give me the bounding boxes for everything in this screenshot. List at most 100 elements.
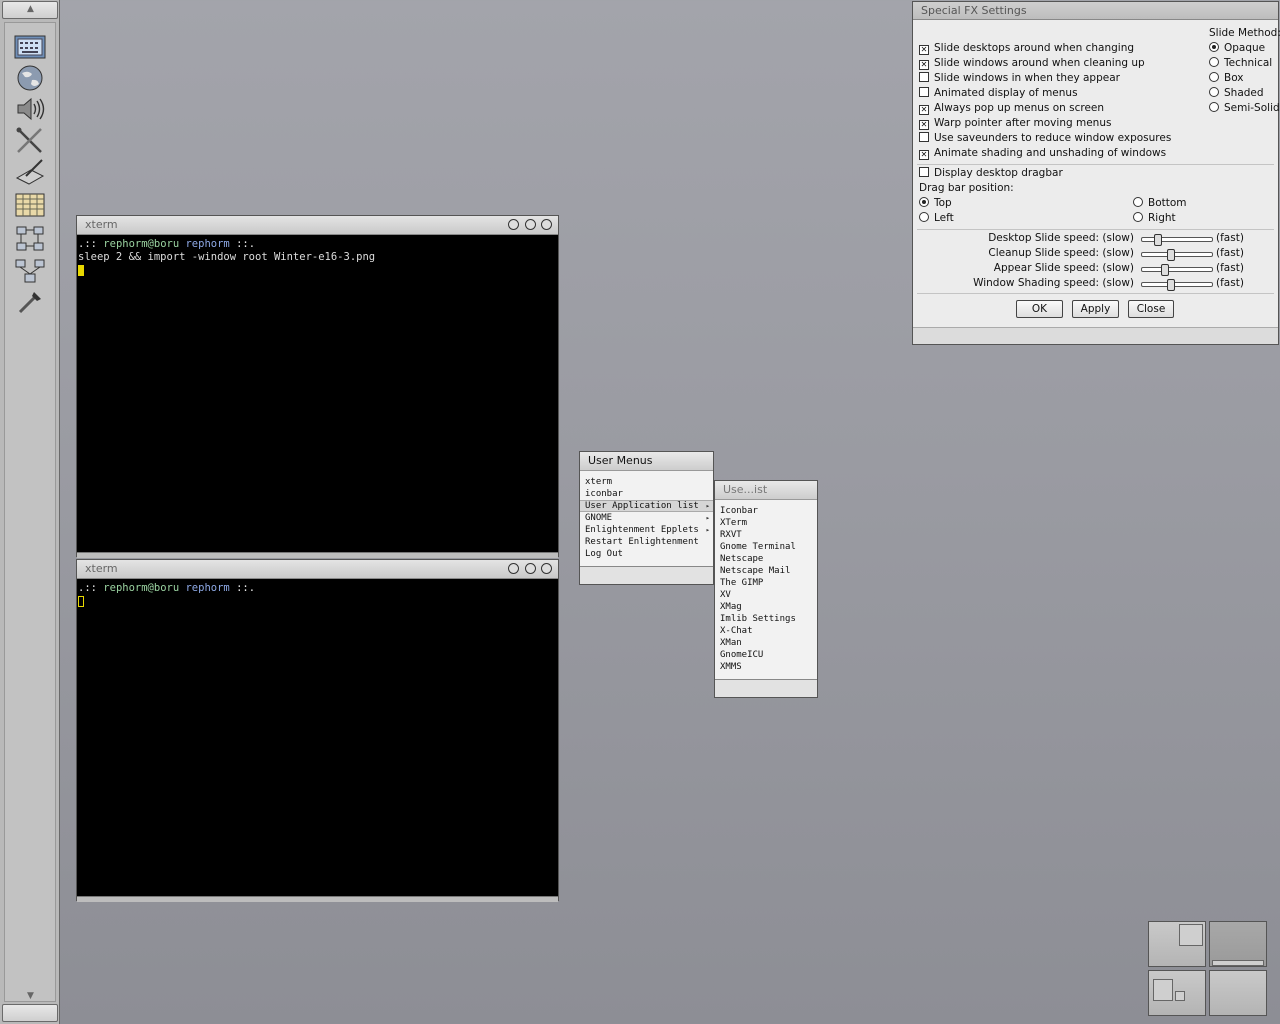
xterm-window-top[interactable]: xterm .:: rephorm@boru rephorm ::. sleep…	[76, 215, 559, 558]
menu-item[interactable]: xterm	[580, 476, 713, 488]
pager-desktop-3[interactable]	[1148, 970, 1206, 1016]
close-button[interactable]	[541, 219, 552, 230]
menu-item[interactable]: XMMS	[715, 661, 817, 673]
maximize-button[interactable]	[524, 563, 536, 574]
user-menus[interactable]: User Menus xterm iconbar User Application …	[579, 451, 714, 585]
option-checkbox[interactable]: ✕	[919, 60, 929, 70]
slide-method-option[interactable]: Semi-Solid	[1209, 102, 1280, 114]
special-fx-dialog[interactable]: Special FX Settings ✕ Slide desktops arou…	[912, 1, 1280, 345]
option-checkbox[interactable]	[919, 87, 929, 97]
dragbar-position-radio[interactable]	[919, 197, 929, 207]
pager-desktop-2[interactable]	[1209, 921, 1267, 967]
tools-icon[interactable]	[14, 126, 46, 154]
menu-item[interactable]: Netscape Mail	[715, 565, 817, 577]
iconbar-scroll-up-button[interactable]: ▲	[2, 1, 58, 19]
option-checkbox[interactable]	[919, 72, 929, 82]
dragbar-position-option[interactable]: Bottom	[1133, 197, 1187, 209]
window-bottom-border[interactable]	[77, 896, 558, 902]
xterm-window-bottom[interactable]: xterm .:: rephorm@boru rephorm ::.	[76, 559, 559, 902]
fx-option[interactable]: ✕ Warp pointer after moving menus	[919, 117, 1111, 130]
keyboard-icon[interactable]	[14, 33, 46, 61]
menu-item[interactable]: iconbar	[580, 488, 713, 500]
dragbar-position-option[interactable]: Right	[1133, 212, 1176, 224]
menu-item[interactable]: The GIMP	[715, 577, 817, 589]
xterm-titlebar[interactable]: xterm	[77, 216, 558, 235]
speaker-icon[interactable]	[14, 95, 46, 123]
menu-item[interactable]: Imlib Settings	[715, 613, 817, 625]
close-button[interactable]: Close	[1128, 300, 1174, 318]
option-checkbox[interactable]: ✕	[919, 45, 929, 55]
apply-button[interactable]: Apply	[1072, 300, 1119, 318]
maximize-button[interactable]	[524, 219, 536, 230]
fx-option[interactable]: ✕ Slide desktops around when changing	[919, 42, 1134, 55]
pager-desktop-4[interactable]	[1209, 970, 1267, 1016]
fx-option[interactable]: ✕ Animate shading and unshading of window…	[919, 147, 1166, 160]
fx-option[interactable]: Slide windows in when they appear	[919, 72, 1120, 84]
menu-item[interactable]: RXVT	[715, 529, 817, 541]
speed-slider[interactable]	[1141, 249, 1213, 261]
iconbar-scroll-down-button[interactable]: ▼	[2, 991, 58, 1022]
dragbar-checkbox[interactable]	[919, 167, 929, 177]
slide-method-radio[interactable]	[1209, 87, 1219, 97]
slide-method-radio[interactable]	[1209, 57, 1219, 67]
user-application-list-menu[interactable]: Use...ist Iconbar XTerm RXVT Gnome Terminal…	[714, 480, 818, 698]
slide-method-option[interactable]: Box	[1209, 72, 1244, 84]
menu-item[interactable]: Enlightenment Epplets ▸	[580, 524, 713, 536]
fx-option[interactable]: Animated display of menus	[919, 87, 1078, 99]
menu-item[interactable]: Iconbar	[715, 505, 817, 517]
speed-slider[interactable]	[1141, 279, 1213, 291]
menu-item[interactable]: XMag	[715, 601, 817, 613]
option-checkbox[interactable]: ✕	[919, 150, 929, 160]
spreadsheet-icon[interactable]	[14, 191, 46, 219]
option-checkbox[interactable]	[919, 132, 929, 142]
menu-item[interactable]: GnomeICU	[715, 649, 817, 661]
network-alt-icon[interactable]	[14, 257, 46, 285]
globe-icon[interactable]	[14, 64, 46, 92]
speed-slider-knob[interactable]	[1167, 249, 1175, 261]
menu-item[interactable]: XMan	[715, 637, 817, 649]
speed-slider[interactable]	[1141, 264, 1213, 276]
ok-button[interactable]: OK	[1016, 300, 1063, 318]
slide-method-radio[interactable]	[1209, 72, 1219, 82]
menu-item[interactable]: GNOME ▸	[580, 512, 713, 524]
speed-slider-knob[interactable]	[1167, 279, 1175, 291]
dragbar-position-radio[interactable]	[1133, 197, 1143, 207]
menu-item[interactable]: XV	[715, 589, 817, 601]
slide-method-radio[interactable]	[1209, 102, 1219, 112]
speed-slider-knob[interactable]	[1154, 234, 1162, 246]
dragbar-position-option[interactable]: Top	[919, 197, 952, 209]
terminal-area[interactable]: .:: rephorm@boru rephorm ::.	[77, 579, 558, 896]
slide-method-option[interactable]: Opaque	[1209, 42, 1265, 54]
option-checkbox[interactable]: ✕	[919, 105, 929, 115]
dragbar-toggle[interactable]: Display desktop dragbar	[919, 167, 1063, 179]
dragbar-position-radio[interactable]	[919, 212, 929, 222]
menu-item[interactable]: Gnome Terminal	[715, 541, 817, 553]
dragbar-position-option[interactable]: Left	[919, 212, 954, 224]
fx-option[interactable]: ✕ Slide windows around when cleaning up	[919, 57, 1145, 70]
dragbar-position-radio[interactable]	[1133, 212, 1143, 222]
window-bottom-border[interactable]	[77, 552, 558, 558]
terminal-area[interactable]: .:: rephorm@boru rephorm ::. sleep 2 && …	[77, 235, 558, 552]
close-button[interactable]	[541, 563, 552, 574]
network-icon[interactable]	[14, 225, 46, 253]
speed-slider-knob[interactable]	[1161, 264, 1169, 276]
menu-item[interactable]: XTerm	[715, 517, 817, 529]
eyedropper-icon[interactable]	[14, 287, 46, 315]
menu-item[interactable]: Log Out	[580, 548, 713, 560]
fx-option[interactable]: ✕ Always pop up menus on screen	[919, 102, 1104, 115]
fx-option[interactable]: Use saveunders to reduce window exposure…	[919, 132, 1171, 144]
iconify-button[interactable]	[508, 563, 519, 574]
menu-item[interactable]: Restart Enlightenment	[580, 536, 713, 548]
speed-slider[interactable]	[1141, 234, 1213, 246]
pager-desktop-1[interactable]	[1148, 921, 1206, 967]
xterm-titlebar[interactable]: xterm	[77, 560, 558, 579]
iconify-button[interactable]	[508, 219, 519, 230]
menu-item[interactable]: User Application list ▸	[580, 500, 713, 512]
editor-icon[interactable]	[14, 158, 46, 186]
slide-method-radio[interactable]	[1209, 42, 1219, 52]
menu-item[interactable]: X-Chat	[715, 625, 817, 637]
slide-method-option[interactable]: Shaded	[1209, 87, 1264, 99]
option-checkbox[interactable]: ✕	[919, 120, 929, 130]
menu-item[interactable]: Netscape	[715, 553, 817, 565]
slide-method-option[interactable]: Technical	[1209, 57, 1272, 69]
